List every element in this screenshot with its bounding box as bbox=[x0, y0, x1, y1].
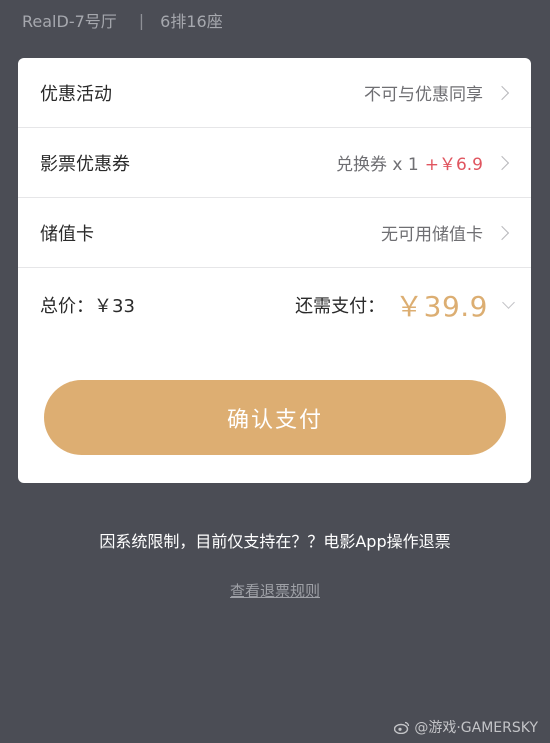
promotion-value: 不可与优惠同享 bbox=[364, 85, 483, 105]
amount-due: ￥39.9 bbox=[395, 290, 488, 323]
stored-value-card-value: 无可用储值卡 bbox=[381, 225, 483, 245]
total-row: 总价：￥33 还需支付： ￥39.9 bbox=[18, 270, 531, 340]
refund-notice: 因系统限制，目前仅支持在？？电影App操作退票 bbox=[99, 532, 451, 551]
stored-value-card-label: 储值卡 bbox=[40, 223, 94, 245]
coupon-value: 兑换券 x 1 bbox=[336, 155, 419, 175]
watermark-text: @游戏·GAMERSKY bbox=[414, 720, 538, 736]
stored-value-card-row[interactable]: 储值卡 无可用储值卡 bbox=[18, 198, 531, 268]
chevron-right-icon bbox=[494, 155, 510, 170]
coupon-label: 影票优惠券 bbox=[40, 153, 130, 175]
promotion-label: 优惠活动 bbox=[40, 83, 112, 105]
watermark: @游戏·GAMERSKY bbox=[394, 717, 538, 737]
chevron-down-icon[interactable] bbox=[502, 295, 515, 309]
separator: | bbox=[138, 10, 145, 30]
promotion-row[interactable]: 优惠活动 不可与优惠同享 bbox=[18, 58, 531, 128]
weibo-icon bbox=[394, 721, 410, 734]
refund-rules-link[interactable]: 查看退票规则 bbox=[0, 580, 550, 601]
seat-label: 6排16座 bbox=[160, 12, 223, 31]
confirm-payment-button[interactable]: 确认支付 bbox=[44, 380, 506, 455]
payment-card: 优惠活动 不可与优惠同享 影票优惠券 兑换券 x 1 +￥6.9 储值卡 无可用… bbox=[18, 58, 531, 483]
amount-due-label: 还需支付： bbox=[295, 296, 386, 317]
total-price: 总价：￥33 bbox=[40, 296, 135, 317]
chevron-right-icon bbox=[494, 85, 510, 100]
coupon-row[interactable]: 影票优惠券 兑换券 x 1 +￥6.9 bbox=[18, 128, 531, 198]
coupon-extra-price: +￥6.9 bbox=[424, 155, 483, 175]
hall-label: RealD-7号厅 bbox=[22, 12, 117, 31]
chevron-right-icon bbox=[494, 225, 510, 240]
ticket-info-bar: RealD-7号厅 | 6排16座 bbox=[22, 6, 223, 34]
